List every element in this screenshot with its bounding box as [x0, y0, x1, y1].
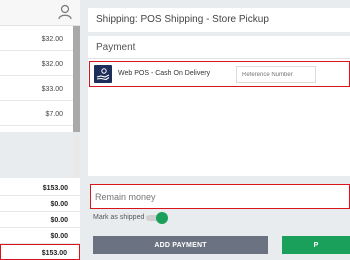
- shipping-label: Shipping: POS Shipping - Store Pickup: [96, 14, 269, 25]
- grand-total-value: $153.00: [41, 250, 67, 257]
- item-price: $33.00: [41, 86, 63, 93]
- cart-header: [0, 0, 80, 26]
- cart-scrollbar-track[interactable]: [73, 132, 80, 178]
- totals-row: $0.00: [0, 212, 80, 228]
- cart-totals: $153.00 $0.00 $0.00 $0.00 $153.00: [0, 180, 80, 260]
- item-price: $7.00: [45, 111, 63, 118]
- totals-value: $0.00: [50, 233, 68, 240]
- totals-row: $0.00: [0, 196, 80, 212]
- add-payment-button[interactable]: ADD PAYMENT: [93, 236, 268, 254]
- cart-item-row[interactable]: $33.00: [0, 76, 73, 101]
- totals-value: $0.00: [50, 201, 68, 208]
- place-order-button[interactable]: P: [282, 236, 350, 254]
- cart-scrollbar-thumb[interactable]: [73, 26, 80, 132]
- payment-method-label: Web POS - Cash On Delivery: [118, 70, 211, 77]
- checkout-panel: Shipping: POS Shipping - Store Pickup Pa…: [80, 0, 350, 260]
- totals-row: $0.00: [0, 228, 80, 244]
- item-price: $32.00: [41, 36, 63, 43]
- cart-item-row[interactable]: $32.00: [0, 26, 73, 51]
- shipping-bar[interactable]: Shipping: POS Shipping - Store Pickup: [88, 8, 350, 32]
- toggle-knob: [156, 212, 168, 224]
- cash-hand-icon: [94, 65, 112, 83]
- cart-item-row[interactable]: $32.00: [0, 51, 73, 76]
- item-price: $32.00: [41, 61, 63, 68]
- payment-method-row[interactable]: Web POS - Cash On Delivery: [89, 61, 350, 87]
- remain-money-input[interactable]: [92, 186, 342, 207]
- cart-empty-area: [0, 132, 73, 178]
- cart-items: $32.00 $32.00 $33.00 $7.00: [0, 26, 73, 126]
- payment-title: Payment: [96, 42, 136, 53]
- cart-panel: $32.00 $32.00 $33.00 $7.00 $153.00 $0.00…: [0, 0, 80, 260]
- remain-money-field[interactable]: [90, 184, 350, 209]
- mark-as-shipped-label: Mark as shipped: [93, 214, 145, 221]
- reference-number-input[interactable]: [236, 66, 316, 83]
- payment-section: Payment Web POS - Cash On Delivery: [88, 36, 350, 176]
- grand-total-row: $153.00: [0, 244, 80, 260]
- totals-value: $0.00: [50, 217, 68, 224]
- cart-item-row[interactable]: $7.00: [0, 101, 73, 126]
- subtotal-row: $153.00: [0, 180, 80, 196]
- divider: [88, 58, 350, 59]
- mark-as-shipped-toggle[interactable]: [146, 212, 168, 224]
- subtotal-value: $153.00: [42, 185, 68, 192]
- user-icon[interactable]: [58, 4, 72, 20]
